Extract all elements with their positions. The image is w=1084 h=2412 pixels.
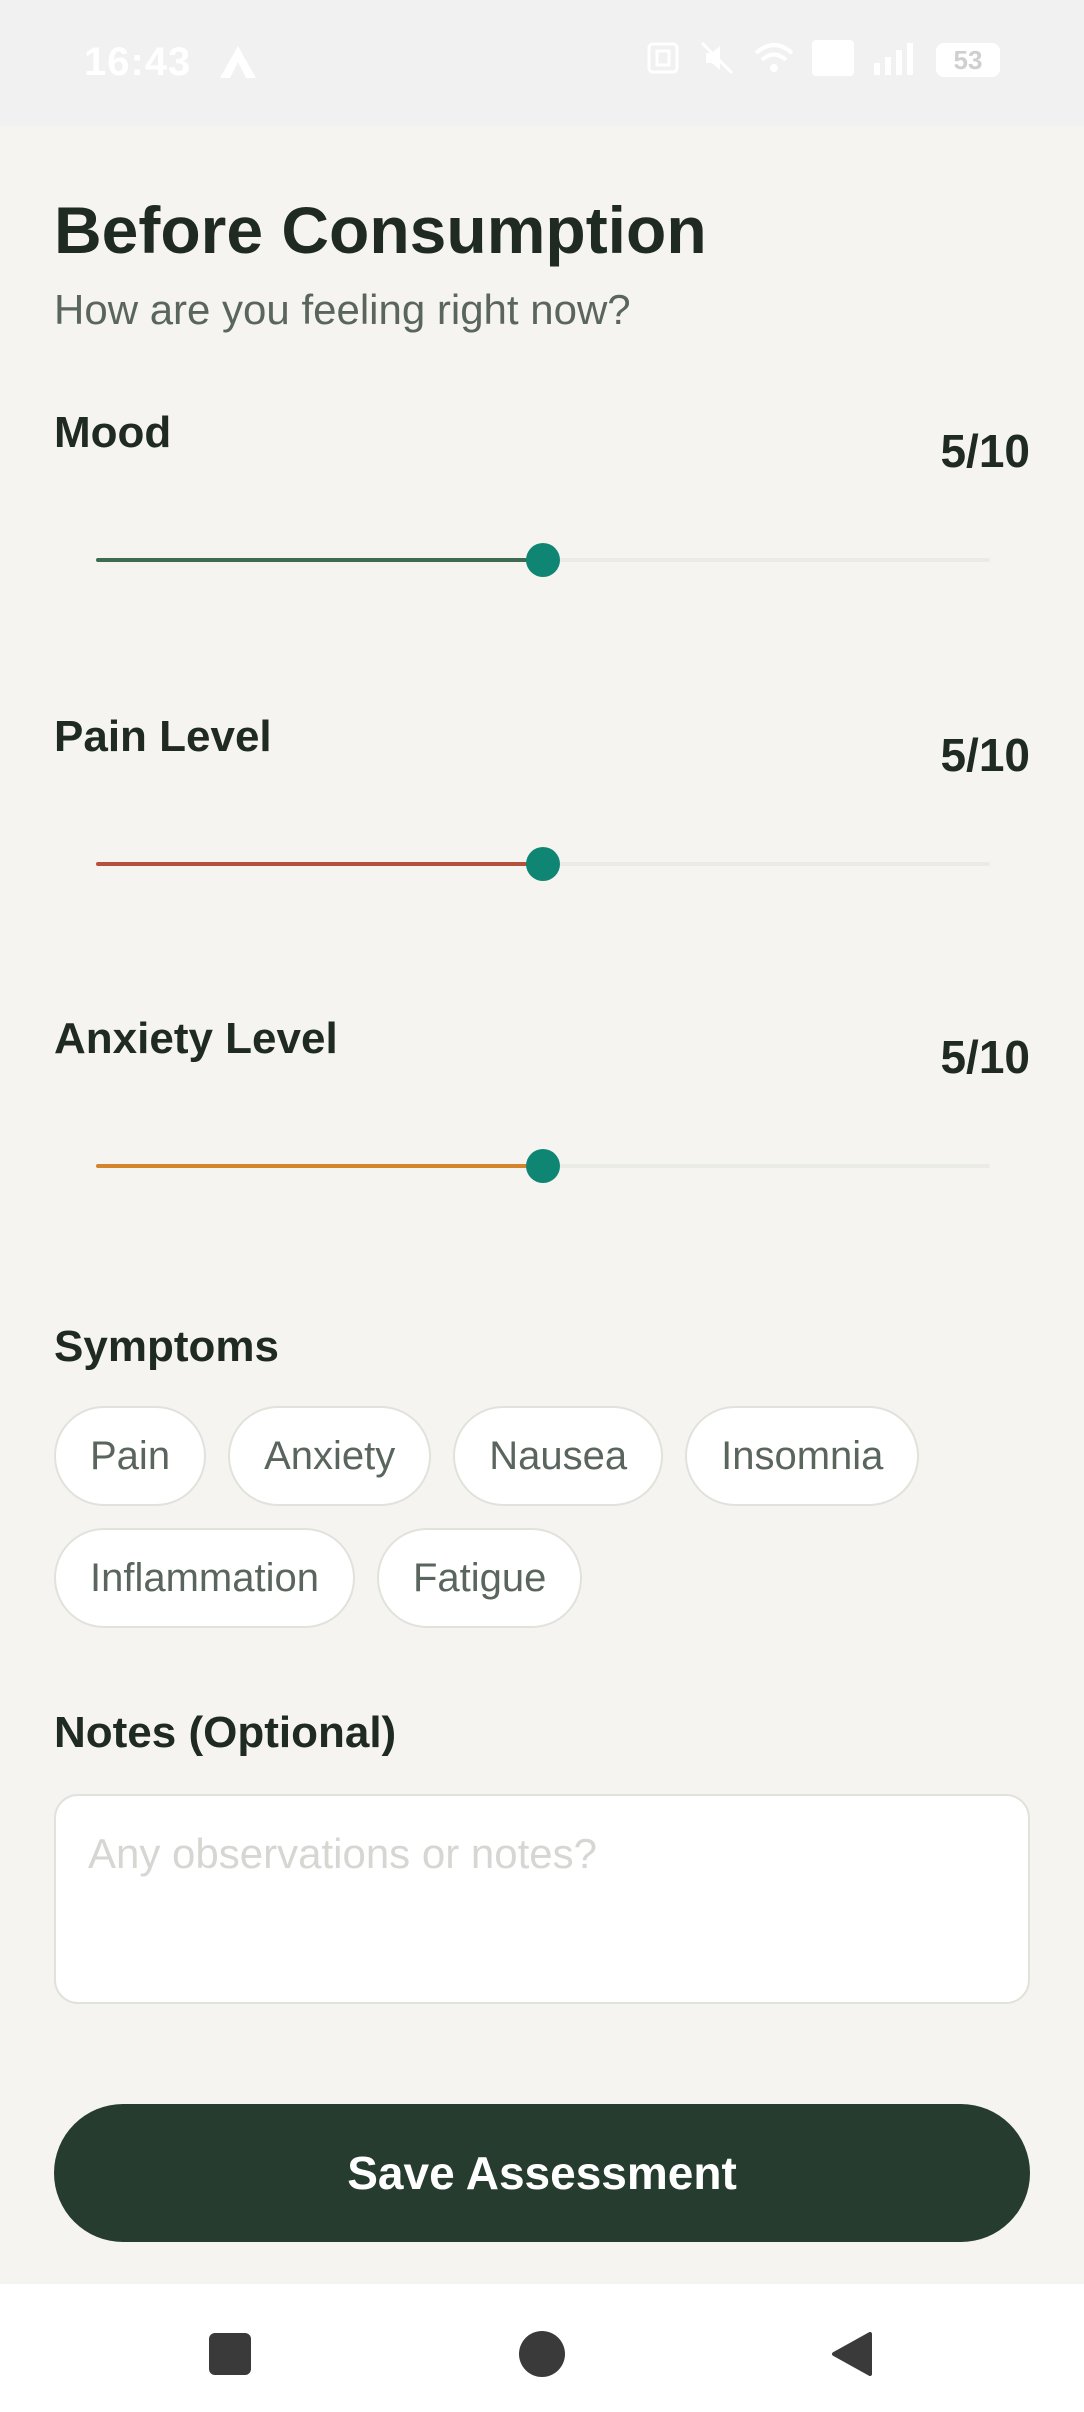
wifi-icon <box>754 41 794 80</box>
symptom-chip-fatigue[interactable]: Fatigue <box>376 1528 583 1628</box>
pain-slider-section: Pain Level 5/10 <box>54 712 1030 932</box>
anxiety-level-slider-thumb[interactable] <box>526 1149 560 1183</box>
mood-label: Mood <box>54 408 172 457</box>
status-bar: 16:43 53 <box>0 0 1084 126</box>
page-title: Before Consumption <box>54 193 707 267</box>
mood-slider-thumb[interactable] <box>526 543 560 577</box>
status-icons: 53 <box>646 39 1000 82</box>
mute-icon <box>698 39 736 82</box>
symptom-chip-nausea[interactable]: Nausea <box>453 1406 664 1506</box>
pain-level-slider-thumb[interactable] <box>526 847 560 881</box>
page-subtitle: How are you feeling right now? <box>54 286 631 333</box>
symptom-chip-pain[interactable]: Pain <box>54 1406 207 1506</box>
home-icon[interactable] <box>502 2314 582 2394</box>
volte-icon <box>812 39 854 81</box>
anxiety-level-value: 5/10 <box>940 1031 1030 1083</box>
pain-level-slider-fill <box>96 862 543 866</box>
symptoms-title: Symptoms <box>54 1322 279 1371</box>
battery-icon: 53 <box>936 43 1000 77</box>
app-notification-icon <box>218 44 258 80</box>
symptom-chip-anxiety[interactable]: Anxiety <box>228 1406 432 1506</box>
status-time: 16:43 <box>84 40 192 84</box>
notes-title: Notes (Optional) <box>54 1708 397 1757</box>
anxiety-slider-section: Anxiety Level 5/10 <box>54 1014 1030 1234</box>
back-icon[interactable] <box>812 2314 892 2394</box>
anxiety-level-slider-fill <box>96 1164 543 1168</box>
mood-slider-section: Mood 5/10 <box>54 408 1030 628</box>
nfc-icon <box>646 41 680 80</box>
recents-icon[interactable] <box>190 2314 270 2394</box>
pain-level-label: Pain Level <box>54 712 272 761</box>
notes-input[interactable] <box>54 1794 1030 2004</box>
symptom-chip-insomnia[interactable]: Insomnia <box>685 1406 920 1506</box>
symptom-chips: Pain Anxiety Nausea Insomnia Inflammatio… <box>54 1406 1030 1650</box>
pain-level-slider[interactable] <box>96 847 990 881</box>
anxiety-level-slider[interactable] <box>96 1149 990 1183</box>
assessment-screen: Before Consumption How are you feeling r… <box>0 126 1084 2284</box>
anxiety-level-label: Anxiety Level <box>54 1014 338 1063</box>
mood-slider[interactable] <box>96 543 990 577</box>
pain-level-value: 5/10 <box>940 729 1030 781</box>
system-navigation-bar <box>0 2284 1084 2412</box>
mood-slider-fill <box>96 558 543 562</box>
symptom-chip-inflammation[interactable]: Inflammation <box>54 1528 355 1628</box>
save-assessment-button[interactable]: Save Assessment <box>54 2104 1030 2242</box>
mood-value: 5/10 <box>940 425 1030 477</box>
signal-icon <box>872 41 918 80</box>
